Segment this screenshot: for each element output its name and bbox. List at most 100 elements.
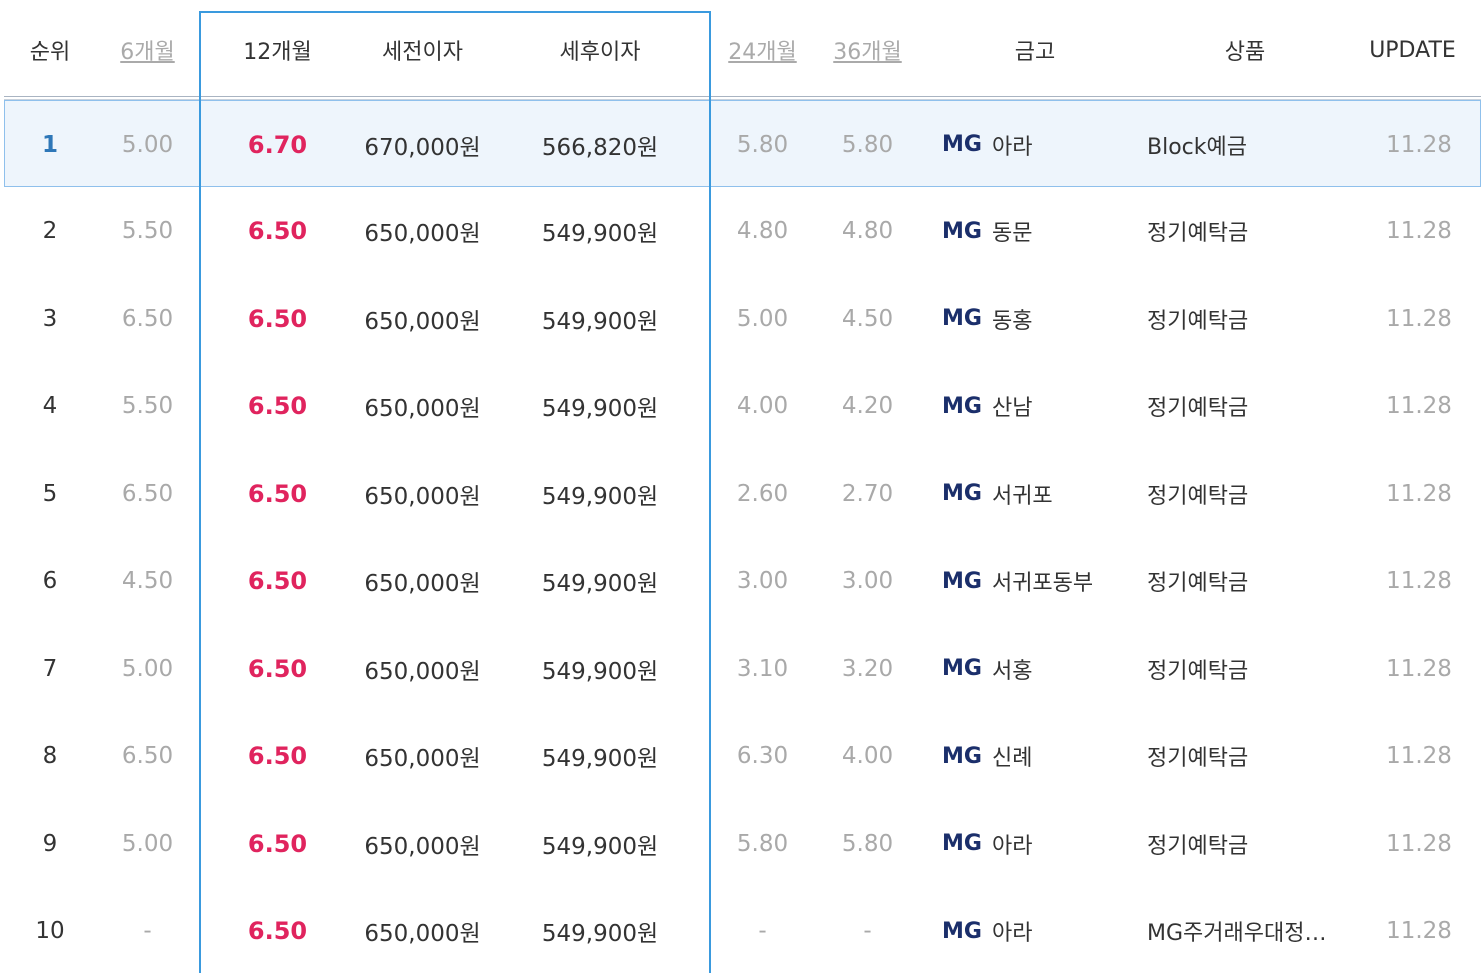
product-cell[interactable]: 정기예탁금 [1147,713,1347,800]
pretax-interest-cell: 650,000원 [364,483,481,510]
aftertax-interest-cell: 549,900원 [541,571,659,597]
bank-cell[interactable]: MG 아라 [942,101,1142,188]
pretax-interest-cell: 650,000원 [364,308,481,335]
table-row[interactable]: 5 6.50 6.50 650,000원 549,900원 2.60 2.70 … [0,450,1481,537]
header-rank: 순위 [29,40,71,65]
rank-cell: 1 [41,131,58,158]
table-row[interactable]: 4 5.50 6.50 650,000원 549,900원 4.00 4.20 … [0,363,1481,450]
rank-cell: 5 [42,480,58,507]
pretax-interest-cell: 650,000원 [364,746,481,772]
product-cell[interactable]: 정기예탁금 [1147,625,1347,712]
bank-cell[interactable]: MG 동홍 [942,275,1142,362]
rate-6-month-cell: 5.50 [121,218,174,244]
aftertax-interest-cell: 549,900원 [541,483,659,510]
rate-36-month-cell: 4.80 [841,218,894,244]
rate-12-month-cell: 6.50 [247,742,308,770]
header-update: UPDATE [1369,37,1456,63]
update-date-cell: 11.28 [1386,305,1452,332]
bank-cell[interactable]: MG 아라 [942,888,1142,973]
table-row[interactable]: 3 6.50 6.50 650,000원 549,900원 5.00 4.50 … [0,275,1481,362]
update-date-cell: 11.28 [1386,918,1452,944]
update-date-cell: 11.28 [1386,480,1452,507]
bank-prefix: MG [942,568,982,594]
rate-12-month-cell: 6.50 [247,304,308,333]
bank-prefix: MG [942,306,982,331]
product-cell[interactable]: 정기예탁금 [1147,538,1347,625]
product-cell[interactable]: MG주거래우대정… [1147,888,1347,973]
table-row-selected[interactable]: 1 5.00 6.70 670,000원 566,820원 5.80 5.80 … [4,100,1481,187]
bank-cell[interactable]: MG 신례 [942,713,1142,800]
rate-36-month-cell: 5.80 [841,830,894,857]
bank-prefix: MG [942,743,982,769]
product-cell[interactable]: 정기예탁금 [1147,800,1347,887]
aftertax-interest-cell: 549,900원 [541,658,659,685]
rank-cell: 10 [35,918,65,944]
header-12-month: 12개월 [243,40,312,65]
rank-cell: 7 [42,655,58,682]
rank-cell: 8 [42,743,58,769]
rank-cell: 9 [42,830,58,857]
rank-cell: 3 [42,305,58,332]
aftertax-interest-cell: 566,820원 [541,134,659,161]
bank-cell[interactable]: MG 서홍 [942,625,1142,712]
rate-6-month-cell: 5.00 [121,655,174,682]
aftertax-interest-cell: 549,900원 [541,396,659,422]
rate-24-month-cell: 4.80 [736,218,789,244]
product-cell[interactable]: 정기예탁금 [1147,275,1347,362]
update-date-cell: 11.28 [1386,655,1452,682]
bank-prefix: MG [942,481,982,506]
rate-12-month-cell: 6.50 [247,829,308,858]
bank-cell[interactable]: MG 서귀포 [942,450,1142,537]
bank-name: 동문 [991,221,1033,246]
update-date-cell: 11.28 [1386,743,1452,769]
rate-36-month-cell: 3.00 [841,568,894,594]
bank-name: 아라 [991,134,1033,160]
table-row[interactable]: 10 - 6.50 650,000원 549,900원 - - MG 아라 MG… [0,888,1481,973]
table-row[interactable]: 6 4.50 6.50 650,000원 549,900원 3.00 3.00 … [0,538,1481,625]
pretax-interest-cell: 670,000원 [364,134,481,161]
header-6-month-link[interactable]: 6개월 [100,0,195,100]
pretax-interest-cell: 650,000원 [364,396,481,422]
aftertax-interest-cell: 549,900원 [541,221,659,247]
rate-24-month-cell: 5.00 [736,305,789,332]
bank-cell[interactable]: MG 동문 [942,188,1142,275]
bank-name: 서귀포동부 [991,571,1094,596]
rate-36-month-cell: 4.20 [841,393,894,419]
rate-24-month-cell: 3.10 [736,655,789,682]
bank-prefix: MG [942,656,982,681]
pretax-interest-cell: 650,000원 [364,921,481,947]
update-date-cell: 11.28 [1386,568,1452,594]
header-24-month-link[interactable]: 24개월 [715,0,810,100]
rate-6-month-cell: 5.50 [121,393,174,419]
bank-prefix: MG [942,831,982,856]
rate-24-month-cell: 5.80 [736,131,789,158]
product-cell[interactable]: 정기예탁금 [1147,188,1347,275]
rank-cell: 4 [42,393,58,419]
bank-cell[interactable]: MG 산남 [942,363,1142,450]
bank-name: 산남 [991,396,1033,421]
rate-36-month-cell: - [863,918,872,944]
header-36-month-link[interactable]: 36개월 [820,0,915,100]
table-row[interactable]: 9 5.00 6.50 650,000원 549,900원 5.80 5.80 … [0,800,1481,887]
rate-6-month-cell: 5.00 [121,830,174,857]
rate-24-month-cell: 4.00 [736,393,789,419]
aftertax-interest-cell: 549,900원 [541,921,659,947]
rate-6-month-cell: 6.50 [121,305,174,332]
aftertax-interest-cell: 549,900원 [541,833,659,860]
rate-12-month-cell: 6.50 [247,654,308,683]
rate-ranking-table: 순위 6개월 12개월 세전이자 세후이자 24개월 36개월 금고 상품 UP… [0,0,1481,973]
bank-cell[interactable]: MG 서귀포동부 [942,538,1142,625]
table-row[interactable]: 2 5.50 6.50 650,000원 549,900원 4.80 4.80 … [0,188,1481,275]
table-row[interactable]: 8 6.50 6.50 650,000원 549,900원 6.30 4.00 … [0,713,1481,800]
product-cell[interactable]: Block예금 [1147,101,1347,188]
table-row[interactable]: 7 5.00 6.50 650,000원 549,900원 3.10 3.20 … [0,625,1481,712]
rate-12-month-cell: 6.50 [247,217,308,245]
rate-6-month-cell: 5.00 [121,131,174,158]
rate-36-month-cell: 4.50 [841,305,894,332]
product-cell[interactable]: 정기예탁금 [1147,450,1347,537]
pretax-interest-cell: 650,000원 [364,221,481,247]
aftertax-interest-cell: 549,900원 [541,746,659,772]
bank-cell[interactable]: MG 아라 [942,800,1142,887]
product-cell[interactable]: 정기예탁금 [1147,363,1347,450]
rate-6-month-cell: 4.50 [121,568,174,594]
